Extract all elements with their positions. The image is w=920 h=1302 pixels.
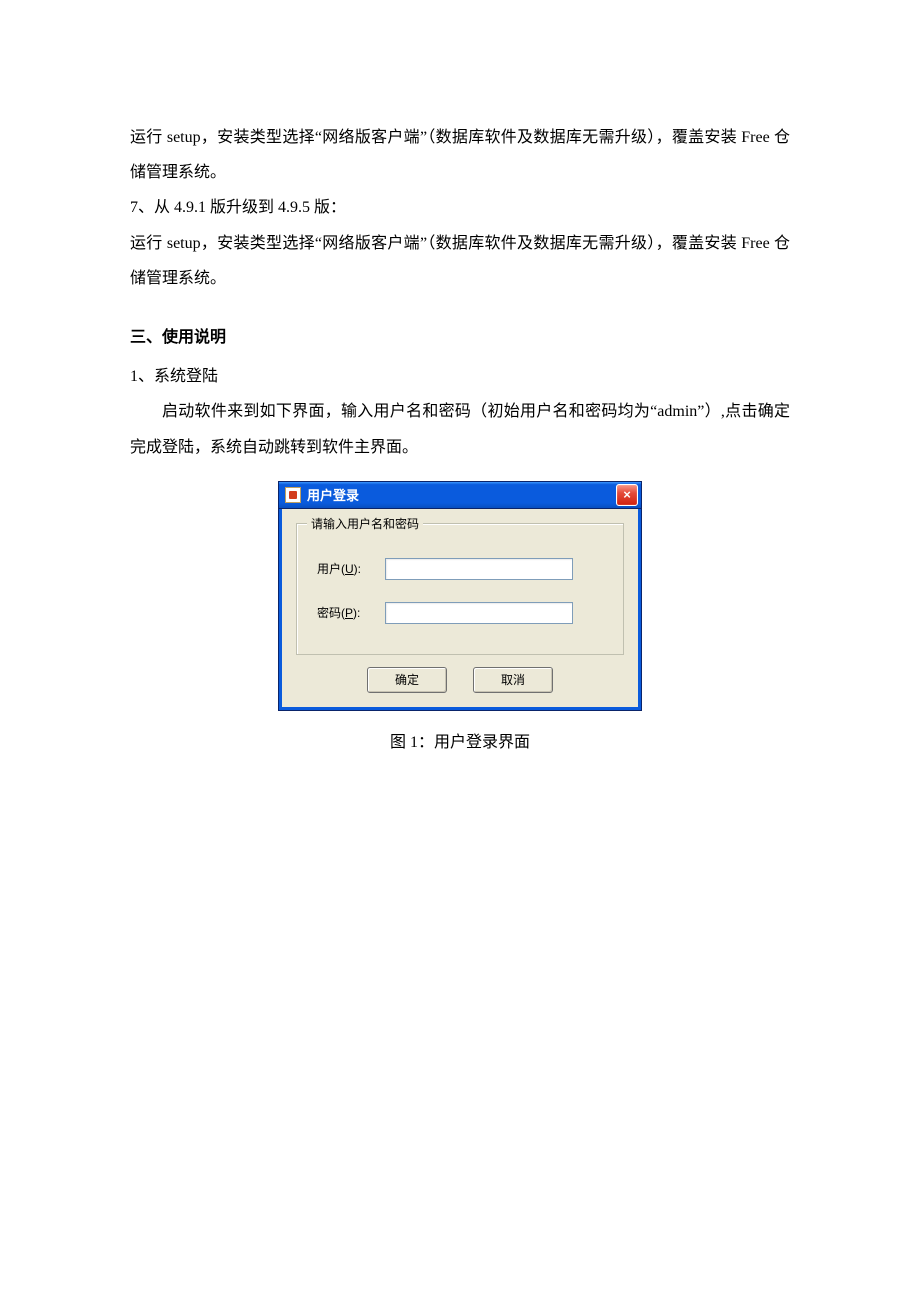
paragraph: 运行 setup，安装类型选择“网络版客户端”（数据库软件及数据库无需升级），覆… xyxy=(130,226,790,296)
section-heading: 三、使用说明 xyxy=(130,320,790,355)
titlebar[interactable]: 用户登录 × xyxy=(279,482,641,509)
app-icon-inner xyxy=(289,491,297,499)
password-input[interactable] xyxy=(385,602,573,624)
cancel-button[interactable]: 取消 xyxy=(473,667,553,693)
close-button[interactable]: × xyxy=(616,484,638,506)
dialog-title: 用户登录 xyxy=(307,485,359,504)
paragraph: 1、系统登陆 xyxy=(130,359,790,394)
user-row: 用户(U): xyxy=(317,558,609,580)
pass-label-key: P xyxy=(345,606,353,620)
user-label-suffix: ): xyxy=(354,562,361,576)
dialog-body: 请输入用户名和密码 用户(U): 密码(P): xyxy=(279,509,641,710)
ok-button[interactable]: 确定 xyxy=(367,667,447,693)
pass-label-suffix: ): xyxy=(353,606,360,620)
credentials-fieldset: 请输入用户名和密码 用户(U): 密码(P): xyxy=(296,523,624,655)
figure: 用户登录 × 请输入用户名和密码 用户(U): xyxy=(130,481,790,760)
user-label-prefix: 用户( xyxy=(317,562,345,576)
titlebar-left: 用户登录 xyxy=(285,485,359,504)
login-dialog: 用户登录 × 请输入用户名和密码 用户(U): xyxy=(278,481,642,711)
paragraph: 运行 setup，安装类型选择“网络版客户端”（数据库软件及数据库无需升级），覆… xyxy=(130,120,790,190)
figure-caption: 图 1：用户登录界面 xyxy=(390,725,530,760)
button-row: 确定 取消 xyxy=(296,667,624,693)
password-row: 密码(P): xyxy=(317,602,609,624)
app-icon xyxy=(285,487,301,503)
fieldset-legend: 请输入用户名和密码 xyxy=(307,515,423,532)
user-label: 用户(U): xyxy=(317,560,385,577)
username-input[interactable] xyxy=(385,558,573,580)
user-label-key: U xyxy=(345,562,354,576)
paragraph: 启动软件来到如下界面，输入用户名和密码（初始用户名和密码均为“admin”）,点… xyxy=(130,394,790,464)
close-icon: × xyxy=(623,487,631,502)
document-page: 运行 setup，安装类型选择“网络版客户端”（数据库软件及数据库无需升级），覆… xyxy=(0,0,920,820)
pass-label-prefix: 密码( xyxy=(317,606,345,620)
paragraph: 7、从 4.9.1 版升级到 4.9.5 版： xyxy=(130,190,790,225)
password-label: 密码(P): xyxy=(317,604,385,621)
